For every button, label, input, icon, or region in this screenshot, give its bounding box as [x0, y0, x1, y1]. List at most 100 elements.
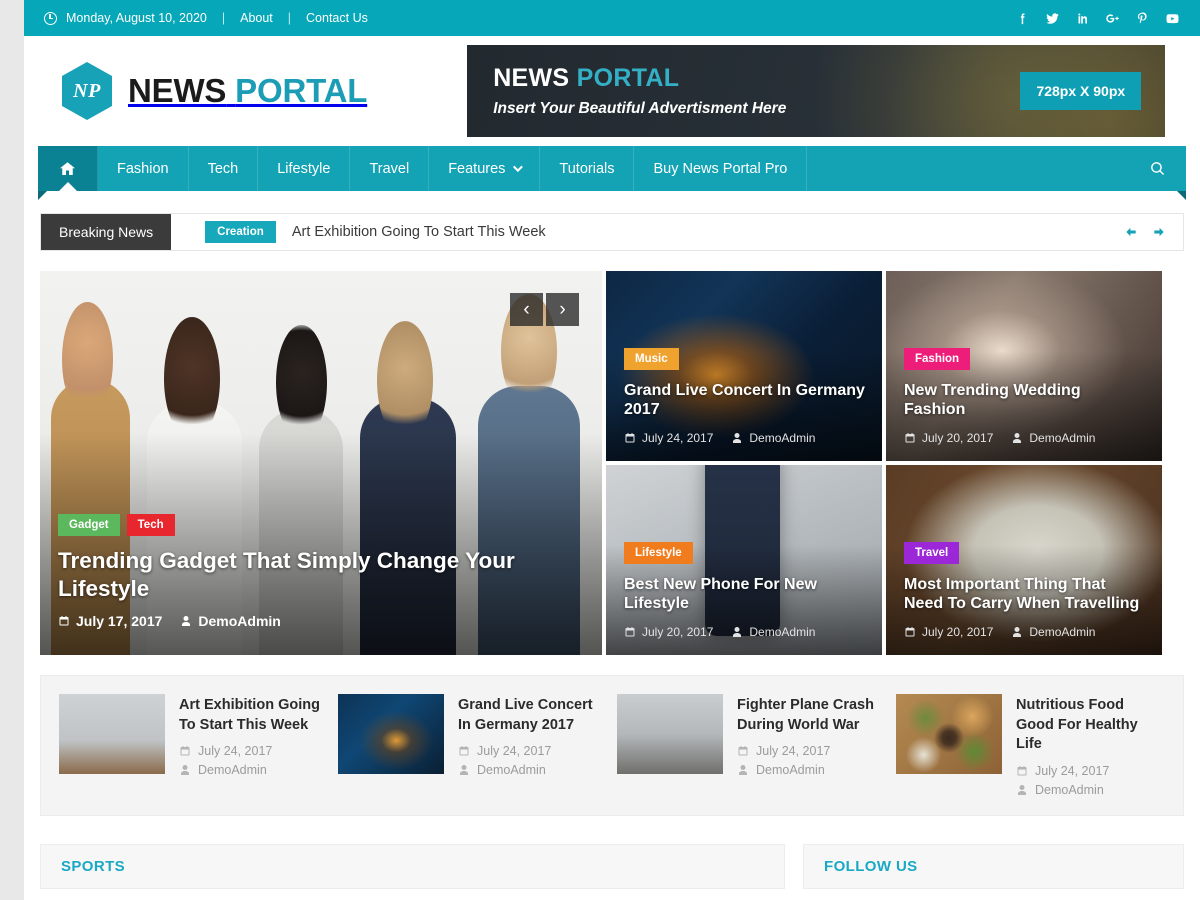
category-badge-gadget[interactable]: Gadget [58, 514, 120, 536]
post-title[interactable]: Art Exhibition Going To Start This Week [179, 696, 328, 735]
category-badge-travel[interactable]: Travel [904, 542, 959, 564]
post-date: July 24, 2017 [1016, 764, 1165, 778]
featured-tile-travel[interactable]: Travel Most Important Thing That Need To… [886, 465, 1162, 655]
list-item[interactable]: Fighter Plane Crash During World War Jul… [617, 694, 886, 797]
tile-title-lifestyle[interactable]: Best New Phone For New Lifestyle [624, 575, 866, 614]
tile-date-fashion: July 20, 2017 [904, 431, 993, 445]
tile-meta-travel: July 20, 2017 DemoAdmin [904, 625, 1146, 639]
post-author-text: DemoAdmin [198, 763, 267, 777]
breaking-news-content: Creation Art Exhibition Going To Start T… [171, 214, 1107, 250]
slider-next-button[interactable]: › [546, 293, 579, 326]
calendar-icon [624, 626, 636, 638]
post-meta: July 24, 2017 DemoAdmin [1016, 764, 1165, 797]
arrow-left-icon[interactable] [1123, 225, 1139, 239]
post-author: DemoAdmin [737, 763, 886, 777]
post-title[interactable]: Nutritious Food Good For Healthy Life [1016, 696, 1165, 755]
breaking-news-label: Breaking News [41, 214, 171, 250]
ad-content: NEWS PORTAL Insert Your Beautiful Advert… [467, 64, 786, 118]
post-title[interactable]: Grand Live Concert In Germany 2017 [458, 696, 607, 735]
featured-main-article[interactable]: ‹ › Gadget Tech Trending Gadget That Sim… [40, 271, 602, 655]
main-navigation: Fashion Tech Lifestyle Travel Features T… [38, 146, 1186, 191]
user-icon [179, 764, 191, 776]
ad-title-portal: PORTAL [577, 64, 680, 92]
featured-tile-fashion[interactable]: Fashion New Trending Wedding Fashion Jul… [886, 271, 1162, 461]
post-author-text: DemoAdmin [477, 763, 546, 777]
featured-tile-music[interactable]: Music Grand Live Concert In Germany 2017… [606, 271, 882, 461]
site-logo[interactable]: NP NEWS PORTAL [42, 61, 367, 121]
tile-title-fashion[interactable]: New Trending Wedding Fashion [904, 381, 1146, 420]
logo-hexagon-icon: NP [60, 61, 114, 121]
topbar-link-about[interactable]: About [240, 11, 273, 25]
tile-author-lifestyle: DemoAdmin [731, 625, 815, 639]
post-date-text: July 24, 2017 [756, 744, 830, 758]
tile-title-music[interactable]: Grand Live Concert In Germany 2017 [624, 381, 866, 420]
nav-item-tech[interactable]: Tech [189, 146, 259, 191]
twitter-link[interactable] [1045, 11, 1060, 26]
nav-item-lifestyle[interactable]: Lifestyle [258, 146, 350, 191]
nav-item-buy-news-portal-pro[interactable]: Buy News Portal Pro [634, 146, 807, 191]
post-meta: July 24, 2017 DemoAdmin [179, 744, 328, 777]
tile-author-music: DemoAdmin [731, 431, 815, 445]
slider-prev-button[interactable]: ‹ [510, 293, 543, 326]
topbar-link-contact-us[interactable]: Contact Us [306, 11, 368, 25]
post-author-text: DemoAdmin [1035, 783, 1104, 797]
calendar-icon [737, 745, 749, 757]
home-icon [58, 160, 77, 178]
breaking-news-headline[interactable]: Art Exhibition Going To Start This Week [292, 224, 546, 240]
calendar-icon [624, 432, 636, 444]
category-badge-music[interactable]: Music [624, 348, 679, 370]
nav-item-fashion[interactable]: Fashion [98, 146, 189, 191]
arrow-right-icon[interactable] [1151, 225, 1167, 239]
logo-wordmark: NEWS PORTAL [128, 72, 367, 110]
tile-meta-lifestyle: July 20, 2017 DemoAdmin [624, 625, 866, 639]
nav-search-button[interactable] [1129, 146, 1186, 191]
tile-meta-fashion: July 20, 2017 DemoAdmin [904, 431, 1146, 445]
pinterest-link[interactable] [1135, 11, 1150, 26]
post-title[interactable]: Fighter Plane Crash During World War [737, 696, 886, 735]
list-item[interactable]: Grand Live Concert In Germany 2017 July … [338, 694, 607, 797]
tile-categories-lifestyle: Lifestyle [624, 542, 866, 564]
category-badge-lifestyle[interactable]: Lifestyle [624, 542, 693, 564]
breaking-news-category[interactable]: Creation [205, 221, 276, 243]
nav-item-features[interactable]: Features [429, 146, 540, 191]
list-item[interactable]: Nutritious Food Good For Healthy Life Ju… [896, 694, 1165, 797]
linkedin-link[interactable] [1075, 11, 1090, 26]
featured-main-date: July 17, 2017 [58, 613, 162, 629]
featured-main-author: DemoAdmin [180, 613, 280, 629]
nav-item-travel[interactable]: Travel [350, 146, 429, 191]
post-date-text: July 24, 2017 [1035, 764, 1109, 778]
post-date: July 24, 2017 [179, 744, 328, 758]
logo-word-portal: PORTAL [235, 72, 367, 109]
post-date: July 24, 2017 [737, 744, 886, 758]
advertisement-banner[interactable]: NEWS PORTAL Insert Your Beautiful Advert… [467, 45, 1165, 137]
featured-main-title[interactable]: Trending Gadget That Simply Change Your … [58, 547, 586, 602]
category-badge-fashion[interactable]: Fashion [904, 348, 970, 370]
calendar-icon [904, 626, 916, 638]
post-thumbnail-grand-live-concert[interactable] [338, 694, 444, 774]
tile-title-travel[interactable]: Most Important Thing That Need To Carry … [904, 575, 1146, 614]
nav-item-home[interactable] [38, 146, 98, 191]
nav-item-tutorials[interactable]: Tutorials [540, 146, 634, 191]
follow-us-section-title: FOLLOW US [804, 858, 918, 875]
tile-content-lifestyle: Lifestyle Best New Phone For New Lifesty… [624, 542, 866, 639]
ad-title: NEWS PORTAL [493, 64, 786, 93]
ad-subtitle: Insert Your Beautiful Advertisment Here [493, 100, 786, 118]
list-item[interactable]: Art Exhibition Going To Start This Week … [59, 694, 328, 797]
ad-title-news: NEWS [493, 64, 569, 92]
facebook-link[interactable] [1015, 11, 1030, 26]
user-icon [731, 432, 743, 444]
google-plus-link[interactable] [1105, 11, 1120, 26]
post-thumbnail-nutritious-food[interactable] [896, 694, 1002, 774]
tile-content-fashion: Fashion New Trending Wedding Fashion Jul… [904, 348, 1146, 445]
featured-main-categories: Gadget Tech [58, 514, 586, 536]
topbar-separator-2: | [288, 11, 291, 25]
current-date: Monday, August 10, 2020 [66, 11, 207, 25]
tile-meta-music: July 24, 2017 DemoAdmin [624, 431, 866, 445]
calendar-icon [904, 432, 916, 444]
featured-tile-lifestyle[interactable]: Lifestyle Best New Phone For New Lifesty… [606, 465, 882, 655]
post-thumbnail-fighter-plane[interactable] [617, 694, 723, 774]
youtube-link[interactable] [1165, 11, 1180, 26]
category-badge-tech[interactable]: Tech [127, 514, 175, 536]
facebook-icon [1015, 11, 1030, 26]
post-thumbnail-art-exhibition[interactable] [59, 694, 165, 774]
